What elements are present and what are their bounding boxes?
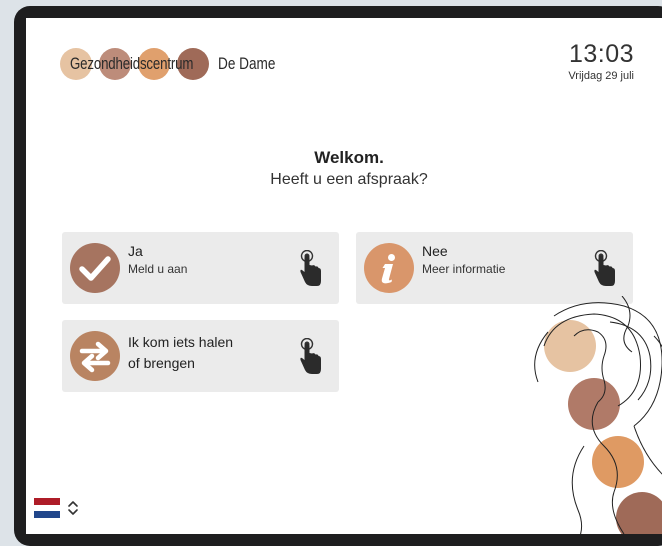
option-no-title: Nee (422, 243, 448, 259)
brand-logo: Gezondheidscentrum De Dame (60, 48, 290, 80)
option-yes-subtitle: Meld u aan (128, 262, 188, 276)
option-yes-title: Ja (128, 243, 143, 259)
option-no-subtitle: Meer informatie (422, 262, 506, 276)
welcome-message: Welkom. Heeft u een afspraak? (26, 148, 662, 189)
decorative-illustration (534, 296, 662, 534)
kiosk-screen: Gezondheidscentrum De Dame 13:03 Vrijdag… (26, 18, 662, 534)
brand-name: Gezondheidscentrum (70, 54, 194, 73)
touch-hand-icon (300, 338, 321, 374)
touch-hand-icon (594, 250, 615, 286)
netherlands-flag-icon (34, 498, 60, 518)
option-pickup-line2: of brengen (128, 355, 195, 371)
language-selector[interactable] (34, 496, 86, 520)
brand-suffix: De Dame (218, 54, 276, 73)
clock-date: Vrijdag 29 juli (568, 70, 634, 82)
clock: 13:03 Vrijdag 29 juli (568, 40, 634, 82)
welcome-question: Heeft u een afspraak? (270, 171, 428, 188)
clock-time: 13:03 (568, 40, 634, 68)
info-icon (364, 243, 414, 293)
checkmark-icon (70, 243, 120, 293)
option-pickup-dropoff-button[interactable]: Ik kom iets halen of brengen (62, 320, 339, 392)
option-yes-button[interactable]: Ja Meld u aan (62, 232, 339, 304)
option-pickup-dropoff-title: Ik kom iets halen of brengen (128, 332, 233, 374)
option-no-button[interactable]: Nee Meer informatie (356, 232, 633, 304)
option-pickup-line1: Ik kom iets halen (128, 334, 234, 350)
touch-hand-icon (300, 250, 321, 286)
welcome-title: Welkom. (314, 148, 384, 167)
swap-arrows-icon (70, 331, 120, 381)
chevron-updown-icon (68, 501, 78, 515)
